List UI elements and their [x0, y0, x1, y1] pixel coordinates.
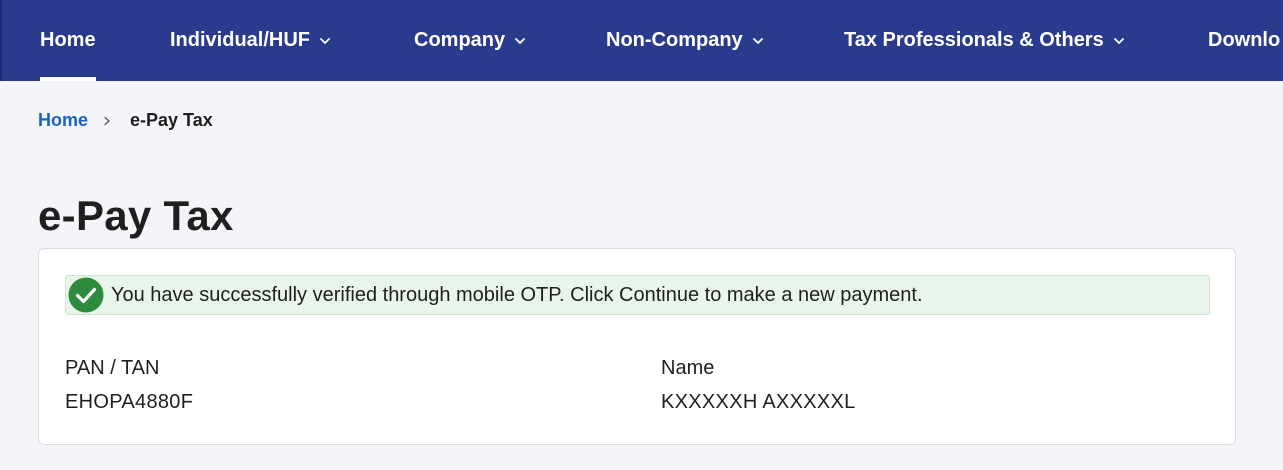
nav-item-label: Tax Professionals & Others [844, 29, 1104, 51]
chevron-down-icon [1112, 34, 1126, 48]
nav-item-tax-professionals[interactable]: Tax Professionals & Others [844, 0, 1126, 81]
nav-item-company[interactable]: Company [414, 0, 527, 81]
pan-tan-value: EHOPA4880F [65, 391, 194, 413]
pan-tan-field: PAN / TAN EHOPA4880F [65, 357, 193, 414]
nav-item-label: Home [40, 29, 96, 51]
success-alert: You have successfully verified through m… [65, 275, 1210, 315]
chevron-right-icon [102, 116, 112, 126]
page-title: e-Pay Tax [38, 192, 234, 239]
nav-item-home[interactable]: Home [40, 0, 96, 81]
name-label: Name [661, 357, 715, 379]
nav-item-label: Downlo [1208, 29, 1281, 51]
verification-card: You have successfully verified through m… [38, 248, 1236, 445]
chevron-down-icon [513, 34, 527, 48]
nav-item-label: Non-Company [606, 29, 743, 51]
breadcrumb: Home e-Pay Tax [38, 110, 213, 131]
chevron-down-icon [318, 34, 332, 48]
nav-item-individual-huf[interactable]: Individual/HUF [170, 0, 332, 81]
chevron-down-icon [751, 34, 765, 48]
top-navigation: Home Individual/HUF Company Non-Company … [0, 0, 1283, 81]
nav-item-label: Company [414, 29, 506, 51]
name-field: Name KXXXXXH AXXXXXL [661, 357, 856, 414]
breadcrumb-current: e-Pay Tax [130, 110, 213, 130]
name-value: KXXXXXH AXXXXXL [661, 391, 856, 413]
page: Home Individual/HUF Company Non-Company … [0, 0, 1283, 470]
nav-item-label: Individual/HUF [170, 29, 310, 51]
nav-item-non-company[interactable]: Non-Company [606, 0, 765, 81]
breadcrumb-home-link[interactable]: Home [38, 110, 88, 131]
pan-tan-label: PAN / TAN [65, 357, 160, 379]
check-circle-icon [67, 276, 105, 314]
nav-item-downloads[interactable]: Downlo [1208, 0, 1280, 81]
success-message: You have successfully verified through m… [111, 283, 923, 306]
